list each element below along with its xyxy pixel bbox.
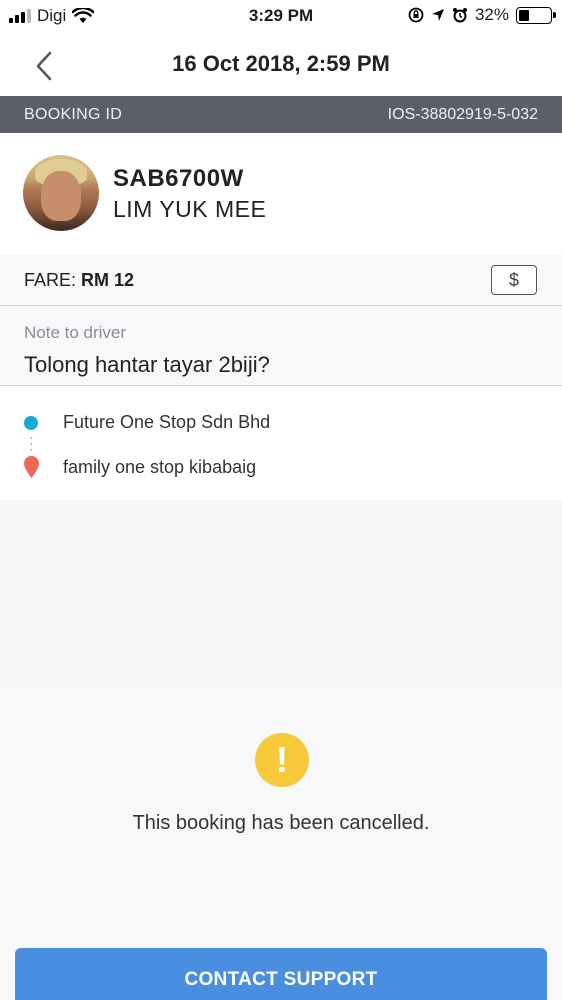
booking-id-label: BOOKING ID (24, 106, 123, 123)
route-card: Future One Stop Sdn Bhd family one stop … (0, 387, 562, 500)
map-pin-icon (24, 456, 39, 478)
battery-icon (516, 6, 556, 24)
booking-id-value: IOS-38802919-5-032 (387, 106, 538, 123)
fare-value: RM 12 (81, 270, 135, 290)
driver-name: LIM YUK MEE (113, 196, 267, 222)
page-title: 16 Oct 2018, 2:59 PM (172, 51, 390, 76)
cancellation-message: This booking has been cancelled. (132, 812, 430, 834)
pickup-address: Future One Stop Sdn Bhd (63, 412, 271, 432)
payment-method-button[interactable]: $ (491, 265, 537, 295)
fare-text: FARE: RM 12 (24, 270, 134, 291)
fare-label: FARE: (24, 270, 77, 290)
cash-icon: $ (508, 269, 519, 290)
note-value: Tolong hantar tayar 2biji? (24, 352, 270, 377)
contact-support-button[interactable]: CONTACT SUPPORT (15, 948, 547, 1000)
location-arrow-icon (431, 9, 444, 21)
route-connector (30, 437, 32, 451)
map-placeholder (0, 500, 562, 690)
status-bar: Digi 3:29 PM 32% (0, 0, 562, 36)
driver-card: SAB6700W LIM YUK MEE (0, 133, 562, 254)
dropoff-stop: family one stop kibabaig (0, 452, 562, 482)
booking-id-bar: BOOKING ID IOS-38802919-5-032 (0, 96, 562, 133)
alarm-icon (452, 8, 467, 23)
battery-percent: 32% (474, 5, 509, 24)
battery-level (519, 9, 529, 21)
status-right: 32% (408, 5, 556, 25)
orientation-lock-icon (408, 7, 424, 23)
avatar-face (41, 171, 81, 221)
driver-avatar[interactable] (23, 155, 99, 231)
note-label: Note to driver (24, 323, 127, 342)
dropoff-address: family one stop kibabaig (63, 457, 257, 477)
pickup-stop: Future One Stop Sdn Bhd (0, 407, 562, 437)
fare-row: FARE: RM 12 $ (0, 254, 562, 306)
pickup-dot-icon (24, 416, 38, 430)
vehicle-plate: SAB6700W (113, 165, 244, 192)
nav-bar: 16 Oct 2018, 2:59 PM (0, 36, 562, 96)
note-to-driver: Note to driver Tolong hantar tayar 2biji… (0, 307, 562, 386)
warning-icon: ! (255, 733, 309, 787)
